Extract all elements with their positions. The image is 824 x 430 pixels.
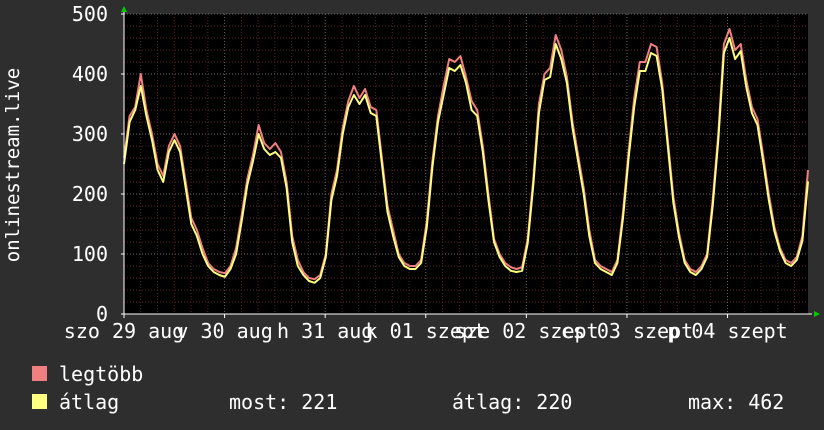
x-tick-label: v 30 aug	[176, 319, 272, 343]
y-tick-label: 100	[72, 242, 108, 266]
legend-swatch-atlag	[32, 394, 47, 409]
plot-background	[124, 14, 808, 314]
y-tick-label: 300	[72, 122, 108, 146]
x-tick-label: h 31 aug	[277, 319, 373, 343]
y-axis-label: onlinestream.live	[2, 68, 24, 262]
x-tick-label: szo 29 aug	[64, 319, 184, 343]
stat-max: max: 462	[688, 390, 784, 414]
y-tick-label: 200	[72, 182, 108, 206]
legend-label-legtobb: legtöbb	[59, 362, 143, 386]
y-tick-label: 400	[72, 62, 108, 86]
chart: 0100200300400500szo 29 augv 30 aug h 31 a…	[0, 0, 824, 430]
legend-label-atlag: átlag	[59, 390, 119, 414]
y-tick-label: 500	[72, 2, 108, 26]
x-tick-label: p 04 szept	[667, 319, 787, 343]
plot-area: 0100200300400500szo 29 augv 30 aug h 31 a…	[64, 2, 820, 343]
stat-atlag: átlag: 220	[452, 390, 572, 414]
legend-swatch-legtobb	[32, 366, 47, 381]
stat-most: most: 221	[229, 390, 337, 414]
